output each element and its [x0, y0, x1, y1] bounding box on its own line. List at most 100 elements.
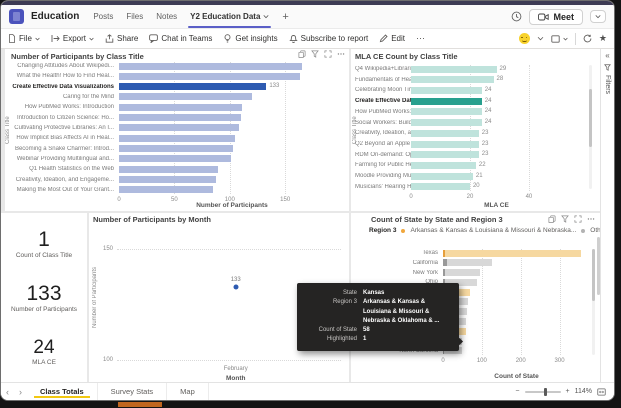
zoom-out-icon[interactable]: −	[515, 388, 519, 395]
bar[interactable]	[119, 134, 236, 142]
bar[interactable]	[443, 269, 480, 277]
refresh-icon[interactable]	[583, 34, 592, 43]
page-tab-class-totals[interactable]: Class Totals	[27, 383, 98, 400]
visual-scrollbar[interactable]	[589, 65, 592, 189]
bar[interactable]	[119, 176, 217, 184]
visual-title: Count of State by State and Region 3	[371, 215, 503, 224]
file-menu[interactable]: File	[8, 34, 40, 43]
next-page-icon[interactable]: ›	[14, 387, 27, 397]
bar-row: Q2 Beyond an Apple a... 23	[355, 140, 582, 148]
more-options-icon[interactable]	[587, 215, 595, 223]
chat-in-teams-button[interactable]: Chat in Teams	[149, 34, 212, 43]
zoom-in-icon[interactable]: +	[566, 388, 570, 395]
bar-value-label: 24	[484, 119, 492, 126]
chevron-down-icon[interactable]	[537, 36, 544, 41]
view-mode-dropdown[interactable]	[551, 34, 568, 43]
bar-track	[443, 318, 586, 326]
bar[interactable]	[119, 186, 214, 194]
zoom-slider-thumb[interactable]	[544, 387, 548, 396]
export-menu[interactable]: Export	[51, 34, 94, 43]
scrollbar-thumb[interactable]	[592, 249, 595, 301]
export-icon	[51, 35, 60, 42]
bar-track	[443, 288, 586, 296]
card-mla-ce: 24 MLA CE	[1, 338, 87, 366]
filter-icon[interactable]	[311, 50, 319, 58]
copy-icon[interactable]	[548, 215, 556, 223]
bar[interactable]	[411, 86, 482, 94]
bar[interactable]	[119, 93, 252, 101]
bar-highlight-segment[interactable]	[443, 259, 447, 267]
subscribe-button[interactable]: Subscribe to report	[288, 34, 368, 43]
filter-icon[interactable]	[604, 64, 611, 71]
bar[interactable]	[119, 103, 242, 111]
bar[interactable]	[119, 72, 300, 80]
category-label: Musicians' Hearing He...	[355, 183, 411, 190]
bar[interactable]	[411, 65, 497, 73]
expand-filters-icon[interactable]: «	[605, 52, 609, 60]
category-label: How PubMed Works: Introduction	[24, 104, 114, 111]
bar[interactable]	[119, 165, 218, 173]
share-button[interactable]: Share	[105, 34, 138, 43]
x-axis-title: MLA CE	[484, 202, 509, 209]
bar[interactable]	[119, 83, 267, 91]
bar-value-label: 28	[496, 76, 504, 83]
page-tab-map[interactable]: Map	[167, 383, 209, 400]
meet-options-button[interactable]	[590, 10, 606, 23]
tooltip-label: Count of State	[318, 327, 357, 334]
bar[interactable]	[411, 76, 494, 84]
bar[interactable]	[119, 114, 241, 122]
bar-row: Creativity, Ideation, an... 23	[355, 129, 582, 137]
more-options-icon[interactable]	[337, 50, 345, 58]
edit-button[interactable]: Edit	[379, 34, 405, 43]
bar[interactable]	[411, 119, 482, 127]
bar[interactable]	[443, 249, 581, 257]
bar[interactable]	[411, 151, 479, 159]
add-tab-button[interactable]: +	[279, 11, 291, 23]
legend-entry-region3[interactable]: Arkansas & Kansas & Louisiana & Missouri…	[410, 227, 576, 234]
data-point[interactable]	[233, 284, 239, 290]
fit-to-page-icon[interactable]	[597, 387, 606, 396]
copy-icon[interactable]	[298, 50, 306, 58]
bar-value-label: 24	[484, 86, 492, 93]
bar-track: 133	[119, 83, 345, 91]
bar[interactable]	[411, 172, 473, 180]
tab-y2-education-data[interactable]: Y2 Education Data	[187, 5, 272, 29]
category-label: Celebrating Moon Tim...	[355, 87, 411, 94]
meet-button[interactable]: Meet	[529, 8, 583, 25]
focus-mode-icon[interactable]	[324, 50, 332, 58]
scrollbar-thumb[interactable]	[589, 89, 592, 147]
smiley-emoji-icon[interactable]	[518, 33, 530, 44]
bar[interactable]	[411, 183, 470, 191]
get-insights-button[interactable]: Get insights	[223, 34, 278, 43]
bar[interactable]	[119, 62, 302, 70]
previous-page-icon[interactable]: ‹	[1, 387, 14, 397]
bar[interactable]	[443, 259, 492, 267]
zoom-slider[interactable]	[524, 387, 561, 396]
tab-posts[interactable]: Posts	[90, 5, 116, 29]
clock-icon[interactable]	[511, 11, 522, 22]
bar[interactable]	[411, 108, 482, 116]
tooltip-value: Kansas	[363, 290, 385, 296]
kpi-cards: 1 Count of Class Title 133 Number of Par…	[1, 213, 87, 382]
bar[interactable]	[411, 161, 476, 169]
focus-mode-icon[interactable]	[574, 215, 582, 223]
favorite-star-icon[interactable]: ★	[599, 34, 607, 43]
visual-scrollbar[interactable]	[592, 249, 595, 355]
toolbar-more-button[interactable]: ⋯	[416, 33, 426, 44]
bar[interactable]	[119, 124, 239, 132]
filters-pane-title[interactable]: Filters	[604, 75, 611, 94]
bar[interactable]	[411, 129, 479, 137]
tab-notes[interactable]: Notes	[153, 5, 180, 29]
card-label: MLA CE	[32, 358, 56, 366]
page-tab-survey-stats[interactable]: Survey Stats	[98, 383, 168, 400]
bar-highlight-segment[interactable]	[443, 249, 445, 257]
bar[interactable]	[411, 140, 479, 148]
bar-track: 24	[411, 119, 582, 127]
tooltip-row: Highlighted 1	[305, 335, 451, 344]
bar[interactable]	[119, 145, 234, 153]
bar-highlight-segment[interactable]	[443, 269, 446, 277]
tab-files[interactable]: Files	[123, 5, 146, 29]
filter-icon[interactable]	[561, 215, 569, 223]
bar[interactable]	[119, 155, 231, 163]
bar[interactable]	[411, 97, 482, 105]
